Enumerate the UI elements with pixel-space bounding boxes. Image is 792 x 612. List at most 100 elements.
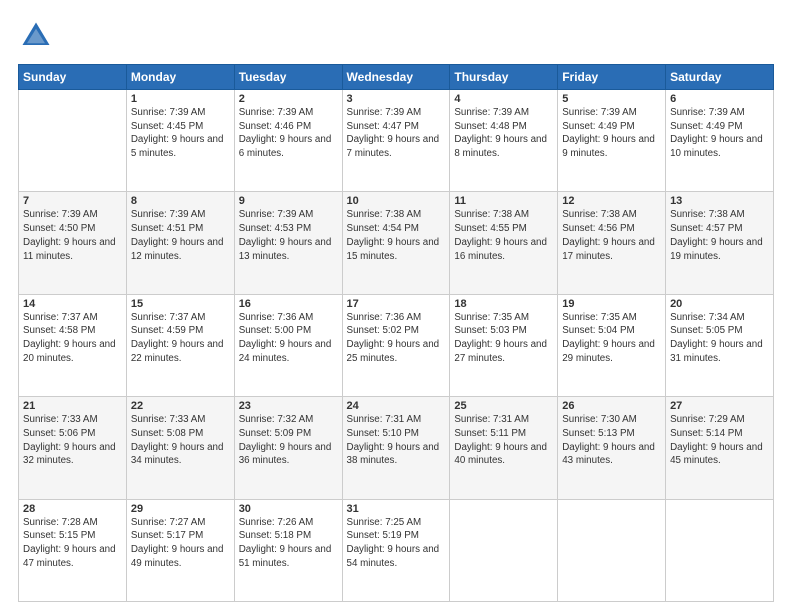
day-cell: 8 Sunrise: 7:39 AM Sunset: 4:51 PM Dayli… bbox=[126, 192, 234, 294]
weekday-tuesday: Tuesday bbox=[234, 65, 342, 90]
daylight-text: Daylight: 9 hours and 17 minutes. bbox=[562, 237, 655, 262]
calendar-body: 1 Sunrise: 7:39 AM Sunset: 4:45 PM Dayli… bbox=[19, 90, 774, 602]
sunset-text: Sunset: 5:09 PM bbox=[239, 428, 311, 439]
sunrise-text: Sunrise: 7:39 AM bbox=[23, 209, 98, 220]
daylight-text: Daylight: 9 hours and 15 minutes. bbox=[347, 237, 440, 262]
sunrise-text: Sunrise: 7:36 AM bbox=[239, 312, 314, 323]
day-info: Sunrise: 7:27 AM Sunset: 5:17 PM Dayligh… bbox=[131, 516, 230, 571]
header bbox=[18, 18, 774, 54]
day-info: Sunrise: 7:39 AM Sunset: 4:46 PM Dayligh… bbox=[239, 106, 338, 161]
daylight-text: Daylight: 9 hours and 11 minutes. bbox=[23, 237, 116, 262]
day-number: 15 bbox=[131, 298, 230, 310]
sunset-text: Sunset: 4:48 PM bbox=[454, 121, 526, 132]
sunrise-text: Sunrise: 7:31 AM bbox=[454, 414, 529, 425]
day-cell: 28 Sunrise: 7:28 AM Sunset: 5:15 PM Dayl… bbox=[19, 499, 127, 601]
daylight-text: Daylight: 9 hours and 34 minutes. bbox=[131, 442, 224, 467]
day-info: Sunrise: 7:34 AM Sunset: 5:05 PM Dayligh… bbox=[670, 311, 769, 366]
daylight-text: Daylight: 9 hours and 45 minutes. bbox=[670, 442, 763, 467]
day-info: Sunrise: 7:37 AM Sunset: 4:58 PM Dayligh… bbox=[23, 311, 122, 366]
daylight-text: Daylight: 9 hours and 49 minutes. bbox=[131, 544, 224, 569]
sunrise-text: Sunrise: 7:25 AM bbox=[347, 517, 422, 528]
day-cell: 9 Sunrise: 7:39 AM Sunset: 4:53 PM Dayli… bbox=[234, 192, 342, 294]
day-cell: 11 Sunrise: 7:38 AM Sunset: 4:55 PM Dayl… bbox=[450, 192, 558, 294]
day-cell: 19 Sunrise: 7:35 AM Sunset: 5:04 PM Dayl… bbox=[558, 294, 666, 396]
sunrise-text: Sunrise: 7:35 AM bbox=[562, 312, 637, 323]
logo-icon bbox=[18, 18, 54, 54]
day-info: Sunrise: 7:39 AM Sunset: 4:49 PM Dayligh… bbox=[670, 106, 769, 161]
day-info: Sunrise: 7:30 AM Sunset: 5:13 PM Dayligh… bbox=[562, 413, 661, 468]
day-cell: 3 Sunrise: 7:39 AM Sunset: 4:47 PM Dayli… bbox=[342, 90, 450, 192]
day-number: 12 bbox=[562, 195, 661, 207]
day-cell bbox=[666, 499, 774, 601]
daylight-text: Daylight: 9 hours and 9 minutes. bbox=[562, 134, 655, 159]
daylight-text: Daylight: 9 hours and 24 minutes. bbox=[239, 339, 332, 364]
day-number: 22 bbox=[131, 400, 230, 412]
day-info: Sunrise: 7:39 AM Sunset: 4:48 PM Dayligh… bbox=[454, 106, 553, 161]
daylight-text: Daylight: 9 hours and 38 minutes. bbox=[347, 442, 440, 467]
sunset-text: Sunset: 5:19 PM bbox=[347, 530, 419, 541]
day-cell bbox=[19, 90, 127, 192]
sunrise-text: Sunrise: 7:38 AM bbox=[454, 209, 529, 220]
daylight-text: Daylight: 9 hours and 29 minutes. bbox=[562, 339, 655, 364]
day-number: 4 bbox=[454, 93, 553, 105]
day-number: 14 bbox=[23, 298, 122, 310]
day-number: 1 bbox=[131, 93, 230, 105]
sunset-text: Sunset: 4:53 PM bbox=[239, 223, 311, 234]
day-number: 17 bbox=[347, 298, 446, 310]
sunset-text: Sunset: 4:54 PM bbox=[347, 223, 419, 234]
sunset-text: Sunset: 4:49 PM bbox=[562, 121, 634, 132]
sunset-text: Sunset: 4:51 PM bbox=[131, 223, 203, 234]
daylight-text: Daylight: 9 hours and 19 minutes. bbox=[670, 237, 763, 262]
daylight-text: Daylight: 9 hours and 32 minutes. bbox=[23, 442, 116, 467]
sunset-text: Sunset: 5:03 PM bbox=[454, 325, 526, 336]
sunrise-text: Sunrise: 7:29 AM bbox=[670, 414, 745, 425]
sunset-text: Sunset: 4:50 PM bbox=[23, 223, 95, 234]
day-cell: 15 Sunrise: 7:37 AM Sunset: 4:59 PM Dayl… bbox=[126, 294, 234, 396]
sunset-text: Sunset: 4:57 PM bbox=[670, 223, 742, 234]
daylight-text: Daylight: 9 hours and 5 minutes. bbox=[131, 134, 224, 159]
daylight-text: Daylight: 9 hours and 47 minutes. bbox=[23, 544, 116, 569]
day-info: Sunrise: 7:31 AM Sunset: 5:10 PM Dayligh… bbox=[347, 413, 446, 468]
day-info: Sunrise: 7:38 AM Sunset: 4:55 PM Dayligh… bbox=[454, 208, 553, 263]
sunrise-text: Sunrise: 7:33 AM bbox=[23, 414, 98, 425]
sunrise-text: Sunrise: 7:39 AM bbox=[131, 107, 206, 118]
day-cell: 16 Sunrise: 7:36 AM Sunset: 5:00 PM Dayl… bbox=[234, 294, 342, 396]
day-info: Sunrise: 7:35 AM Sunset: 5:04 PM Dayligh… bbox=[562, 311, 661, 366]
day-number: 26 bbox=[562, 400, 661, 412]
day-info: Sunrise: 7:38 AM Sunset: 4:54 PM Dayligh… bbox=[347, 208, 446, 263]
sunrise-text: Sunrise: 7:39 AM bbox=[670, 107, 745, 118]
sunrise-text: Sunrise: 7:28 AM bbox=[23, 517, 98, 528]
day-info: Sunrise: 7:39 AM Sunset: 4:51 PM Dayligh… bbox=[131, 208, 230, 263]
sunrise-text: Sunrise: 7:39 AM bbox=[347, 107, 422, 118]
day-info: Sunrise: 7:36 AM Sunset: 5:02 PM Dayligh… bbox=[347, 311, 446, 366]
day-cell: 30 Sunrise: 7:26 AM Sunset: 5:18 PM Dayl… bbox=[234, 499, 342, 601]
sunrise-text: Sunrise: 7:36 AM bbox=[347, 312, 422, 323]
day-number: 27 bbox=[670, 400, 769, 412]
day-number: 6 bbox=[670, 93, 769, 105]
day-cell: 26 Sunrise: 7:30 AM Sunset: 5:13 PM Dayl… bbox=[558, 397, 666, 499]
daylight-text: Daylight: 9 hours and 7 minutes. bbox=[347, 134, 440, 159]
daylight-text: Daylight: 9 hours and 10 minutes. bbox=[670, 134, 763, 159]
day-cell bbox=[450, 499, 558, 601]
sunset-text: Sunset: 5:02 PM bbox=[347, 325, 419, 336]
day-number: 31 bbox=[347, 503, 446, 515]
day-number: 24 bbox=[347, 400, 446, 412]
sunrise-text: Sunrise: 7:37 AM bbox=[131, 312, 206, 323]
day-info: Sunrise: 7:38 AM Sunset: 4:56 PM Dayligh… bbox=[562, 208, 661, 263]
day-number: 30 bbox=[239, 503, 338, 515]
sunset-text: Sunset: 5:14 PM bbox=[670, 428, 742, 439]
day-cell: 5 Sunrise: 7:39 AM Sunset: 4:49 PM Dayli… bbox=[558, 90, 666, 192]
daylight-text: Daylight: 9 hours and 13 minutes. bbox=[239, 237, 332, 262]
day-number: 29 bbox=[131, 503, 230, 515]
daylight-text: Daylight: 9 hours and 20 minutes. bbox=[23, 339, 116, 364]
sunrise-text: Sunrise: 7:39 AM bbox=[454, 107, 529, 118]
day-number: 10 bbox=[347, 195, 446, 207]
week-row-4: 28 Sunrise: 7:28 AM Sunset: 5:15 PM Dayl… bbox=[19, 499, 774, 601]
sunrise-text: Sunrise: 7:39 AM bbox=[239, 209, 314, 220]
sunrise-text: Sunrise: 7:26 AM bbox=[239, 517, 314, 528]
day-cell bbox=[558, 499, 666, 601]
day-cell: 6 Sunrise: 7:39 AM Sunset: 4:49 PM Dayli… bbox=[666, 90, 774, 192]
daylight-text: Daylight: 9 hours and 22 minutes. bbox=[131, 339, 224, 364]
daylight-text: Daylight: 9 hours and 36 minutes. bbox=[239, 442, 332, 467]
day-cell: 29 Sunrise: 7:27 AM Sunset: 5:17 PM Dayl… bbox=[126, 499, 234, 601]
